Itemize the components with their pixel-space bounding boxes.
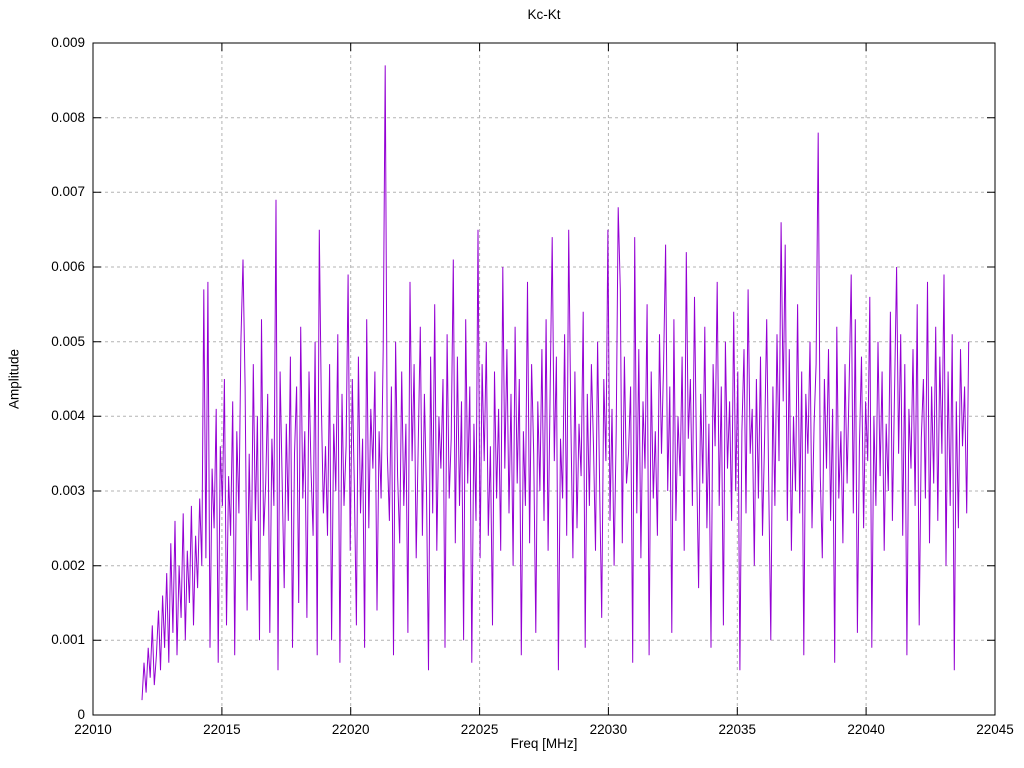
y-tick-label: 0.005 — [51, 333, 85, 349]
x-tick-label: 22045 — [976, 722, 1014, 737]
plot-area — [92, 42, 996, 716]
x-tick-label: 22020 — [331, 722, 370, 737]
x-tick-label: 22025 — [460, 722, 499, 737]
x-tick-label: 22040 — [847, 722, 885, 737]
x-tick-label: 22035 — [718, 722, 757, 737]
x-tick-label: 22010 — [74, 722, 112, 737]
y-tick-label: 0.008 — [51, 109, 85, 125]
chart-title: Kc-Kt — [527, 7, 561, 22]
y-tick-label: 0 — [77, 707, 85, 722]
chart: Kc-Kt Freq [MHz] Amplitude 0 0.001 0.002 0.… — [0, 0, 1024, 768]
y-tick-label: 0.009 — [51, 35, 85, 50]
y-tick-label: 0.006 — [51, 259, 85, 274]
y-tick-label: 0.001 — [51, 632, 85, 648]
y-axis-label: Amplitude — [6, 348, 22, 410]
y-tick-label: 0.004 — [51, 408, 85, 424]
y-tick-label: 0.003 — [51, 483, 85, 498]
y-tick-label: 0.007 — [51, 184, 85, 200]
y-tick-label: 0.002 — [51, 557, 85, 573]
data-line — [141, 65, 970, 701]
x-tick-label: 22030 — [589, 722, 628, 737]
plot-border — [92, 42, 996, 716]
axis-tick-marks — [92, 42, 996, 716]
grid-lines — [92, 42, 996, 716]
x-axis-label: Freq [MHz] — [510, 736, 578, 751]
x-tick-label: 22015 — [203, 722, 241, 737]
